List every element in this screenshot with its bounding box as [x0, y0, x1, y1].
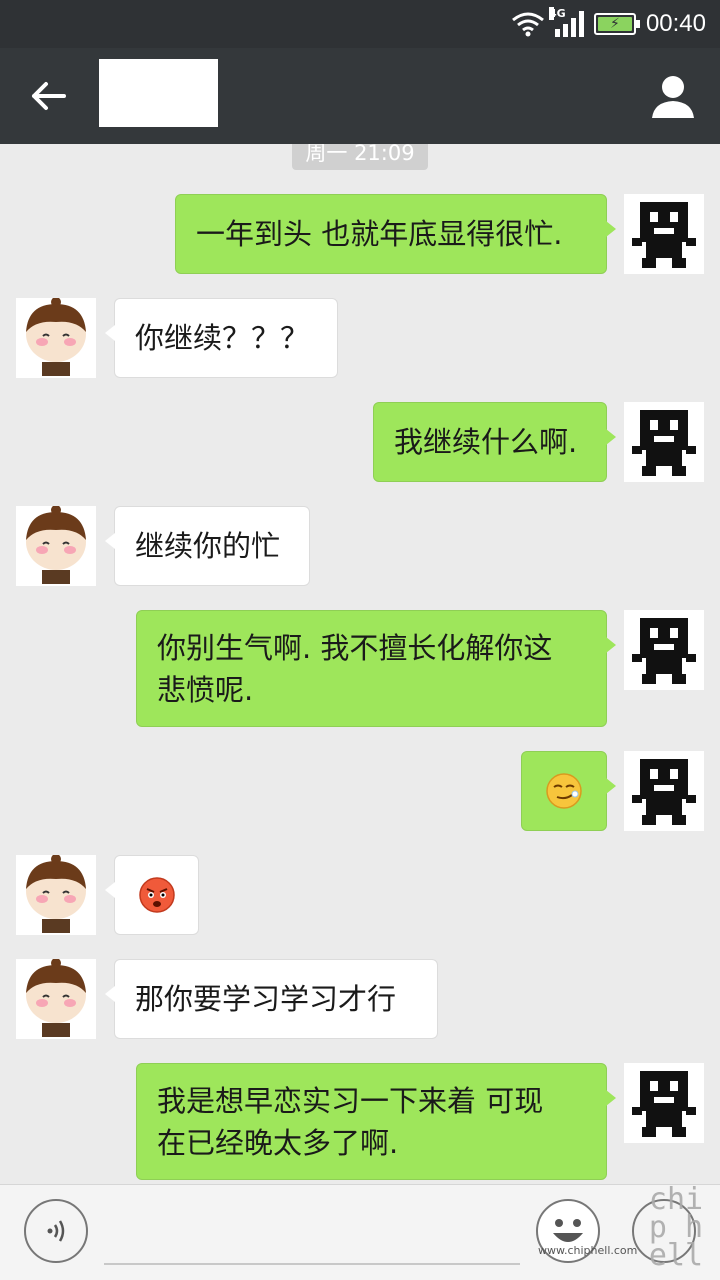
my-avatar[interactable]	[624, 194, 704, 274]
angry-face-emoji-icon	[138, 877, 175, 913]
back-arrow-icon	[32, 82, 66, 110]
network-type-label: 4G	[548, 7, 566, 20]
message-text: 那你要学习学习才行	[135, 982, 397, 1016]
profile-button[interactable]	[648, 72, 698, 122]
smirk-emoji-icon	[546, 773, 582, 809]
contact-name-redacted	[99, 59, 218, 127]
message-text-line: 我是想早恋实习一下来着 可现	[157, 1083, 544, 1118]
voice-button[interactable]	[24, 1199, 88, 1263]
my-avatar[interactable]	[624, 610, 704, 690]
message-bubble-sent[interactable]: 我继续什么啊.	[373, 402, 616, 482]
cartoon-girl-avatar-icon	[26, 506, 86, 584]
message-text-line: 在已经晚太多了啊.	[157, 1125, 399, 1160]
message-text: 我继续什么啊.	[394, 425, 578, 459]
my-avatar[interactable]	[624, 751, 704, 831]
message-text: 你继续？？？	[135, 321, 310, 355]
message-text-line: 悲愤呢.	[157, 672, 254, 707]
message-text: 一年到头 也就年底显得很忙.	[196, 217, 563, 251]
back-button[interactable]	[22, 74, 74, 118]
status-bar: 4G ⚡ 00:40	[0, 0, 720, 48]
pixel-robot-avatar-icon	[632, 202, 696, 268]
battery-icon: ⚡	[593, 13, 640, 35]
contact-avatar[interactable]	[16, 298, 96, 378]
message-bubble-received[interactable]: 那你要学习学习才行	[105, 959, 438, 1039]
my-avatar[interactable]	[624, 402, 704, 482]
cell-signal-icon: 4G	[548, 7, 584, 37]
message-bubble-sent[interactable]	[521, 751, 616, 831]
message-bubble-sent[interactable]: 一年到头 也就年底显得很忙.	[175, 194, 616, 274]
message-bubble-received[interactable]: 你继续？？？	[105, 298, 338, 378]
message-text-line: 你别生气啊. 我不擅长化解你这	[157, 630, 553, 665]
message-bubble-received[interactable]	[105, 855, 199, 935]
message-bubble-received[interactable]: 继续你的忙	[105, 506, 310, 586]
cartoon-girl-avatar-icon	[26, 855, 86, 933]
cartoon-girl-avatar-icon	[26, 959, 86, 1037]
my-avatar[interactable]	[624, 1063, 704, 1143]
watermark-logo: chip hell	[648, 1182, 704, 1273]
pixel-robot-avatar-icon	[632, 618, 696, 684]
wifi-icon	[512, 12, 544, 37]
chat-header	[0, 48, 720, 144]
watermark-url: www.chiphell.com	[538, 1244, 638, 1257]
message-timestamp: 周一 21:09	[292, 144, 428, 170]
input-bar	[0, 1184, 720, 1280]
message-bubble-sent[interactable]: 我是想早恋实习一下来着 可现 在已经晚太多了啊.	[136, 1063, 616, 1180]
pixel-robot-avatar-icon	[632, 410, 696, 476]
cartoon-girl-avatar-icon	[26, 298, 86, 376]
contact-avatar[interactable]	[16, 506, 96, 586]
voice-wave-icon	[47, 1220, 65, 1242]
contact-avatar[interactable]	[16, 855, 96, 935]
pixel-robot-avatar-icon	[632, 1071, 696, 1137]
message-bubble-sent[interactable]: 你别生气啊. 我不擅长化解你这 悲愤呢.	[136, 610, 616, 727]
clock: 00:40	[645, 10, 706, 37]
contact-avatar[interactable]	[16, 959, 96, 1039]
message-input[interactable]	[104, 1205, 520, 1265]
message-text: 继续你的忙	[135, 529, 281, 563]
person-icon	[652, 76, 694, 118]
pixel-robot-avatar-icon	[632, 759, 696, 825]
